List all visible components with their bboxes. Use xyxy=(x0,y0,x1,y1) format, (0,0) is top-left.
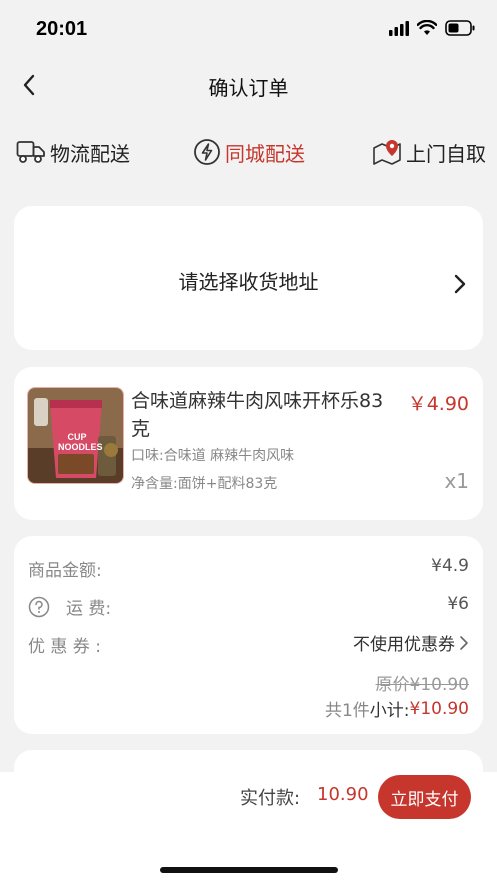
coupon-label: 优 惠 券 : xyxy=(28,637,101,657)
page-title: 确认订单 xyxy=(208,76,289,100)
chevron-right-icon xyxy=(460,635,468,650)
status-time: 20:01 xyxy=(36,18,88,40)
tab-logistics[interactable]: 物流配送 xyxy=(16,136,130,168)
location-pin-icon xyxy=(373,140,401,165)
goods-amount-label: 商品金额: xyxy=(28,561,102,581)
product-name[interactable]: 合味道麻辣牛肉风味开杯乐83克 xyxy=(131,387,401,443)
address-card[interactable]: 请选择收货地址 xyxy=(14,206,483,350)
lightning-icon xyxy=(194,139,220,165)
tab-pickup-label: 上门自取 xyxy=(406,141,486,166)
product-image[interactable]: CUP NOODLES xyxy=(27,387,124,484)
pay-amount: 10.90 xyxy=(317,784,369,805)
tab-same-city-label: 同城配送 xyxy=(225,141,305,166)
subtotal-value: ¥10.90 xyxy=(409,698,469,719)
battery-icon xyxy=(445,20,475,36)
status-bar: 20:01 xyxy=(0,0,497,58)
item-count: 共1件 xyxy=(324,701,370,721)
tab-pickup[interactable]: 上门自取 xyxy=(372,136,486,168)
signal-icon xyxy=(389,21,409,36)
nav-bar: 确认订单 xyxy=(0,58,497,112)
wifi-icon xyxy=(417,20,437,35)
pay-label: 实付款: xyxy=(240,788,301,809)
tab-same-city[interactable]: 同城配送 xyxy=(193,136,305,168)
home-indicator xyxy=(160,867,338,873)
delivery-tabs: 物流配送 同城配送 上门自取 xyxy=(0,112,497,192)
freight-value: ¥6 xyxy=(447,594,469,614)
product-net-content: 净含量:面饼+配料83克 xyxy=(131,476,278,492)
subtotal-row: 共1件 小计: ¥10.90 xyxy=(324,696,469,722)
truck-icon xyxy=(16,141,45,163)
goods-amount-value: ¥4.9 xyxy=(431,556,469,576)
freight-row: 运 费: xyxy=(28,594,111,619)
tab-logistics-label: 物流配送 xyxy=(50,141,130,166)
payment-bar: 实付款: 10.90 立即支付 xyxy=(0,772,497,883)
product-spec: 口味:合味道 麻辣牛肉风味 xyxy=(131,448,295,464)
pay-now-button[interactable]: 立即支付 xyxy=(378,775,471,819)
summary-card: 商品金额: ¥4.9 运 费: ¥6 优 惠 券 : 不使用优惠券 原价¥10.… xyxy=(14,536,483,734)
status-icons xyxy=(389,20,475,36)
coupon-value: 不使用优惠券 xyxy=(353,635,455,655)
original-price: 原价¥10.90 xyxy=(375,675,469,695)
product-price: ￥4.90 xyxy=(407,393,469,415)
product-quantity: x1 xyxy=(444,469,469,493)
chevron-right-icon xyxy=(454,274,466,294)
product-image-text: CUP NOODLES xyxy=(58,432,103,452)
product-card: CUP NOODLES 合味道麻辣牛肉风味开杯乐83克 ￥4.90 口味:合味道… xyxy=(14,367,483,520)
question-circle-icon[interactable] xyxy=(28,596,50,618)
coupon-selector[interactable]: 不使用优惠券 xyxy=(353,630,469,655)
address-placeholder: 请选择收货地址 xyxy=(178,270,319,294)
freight-label: 运 费: xyxy=(66,599,112,619)
subtotal-label: 小计: xyxy=(369,701,410,721)
